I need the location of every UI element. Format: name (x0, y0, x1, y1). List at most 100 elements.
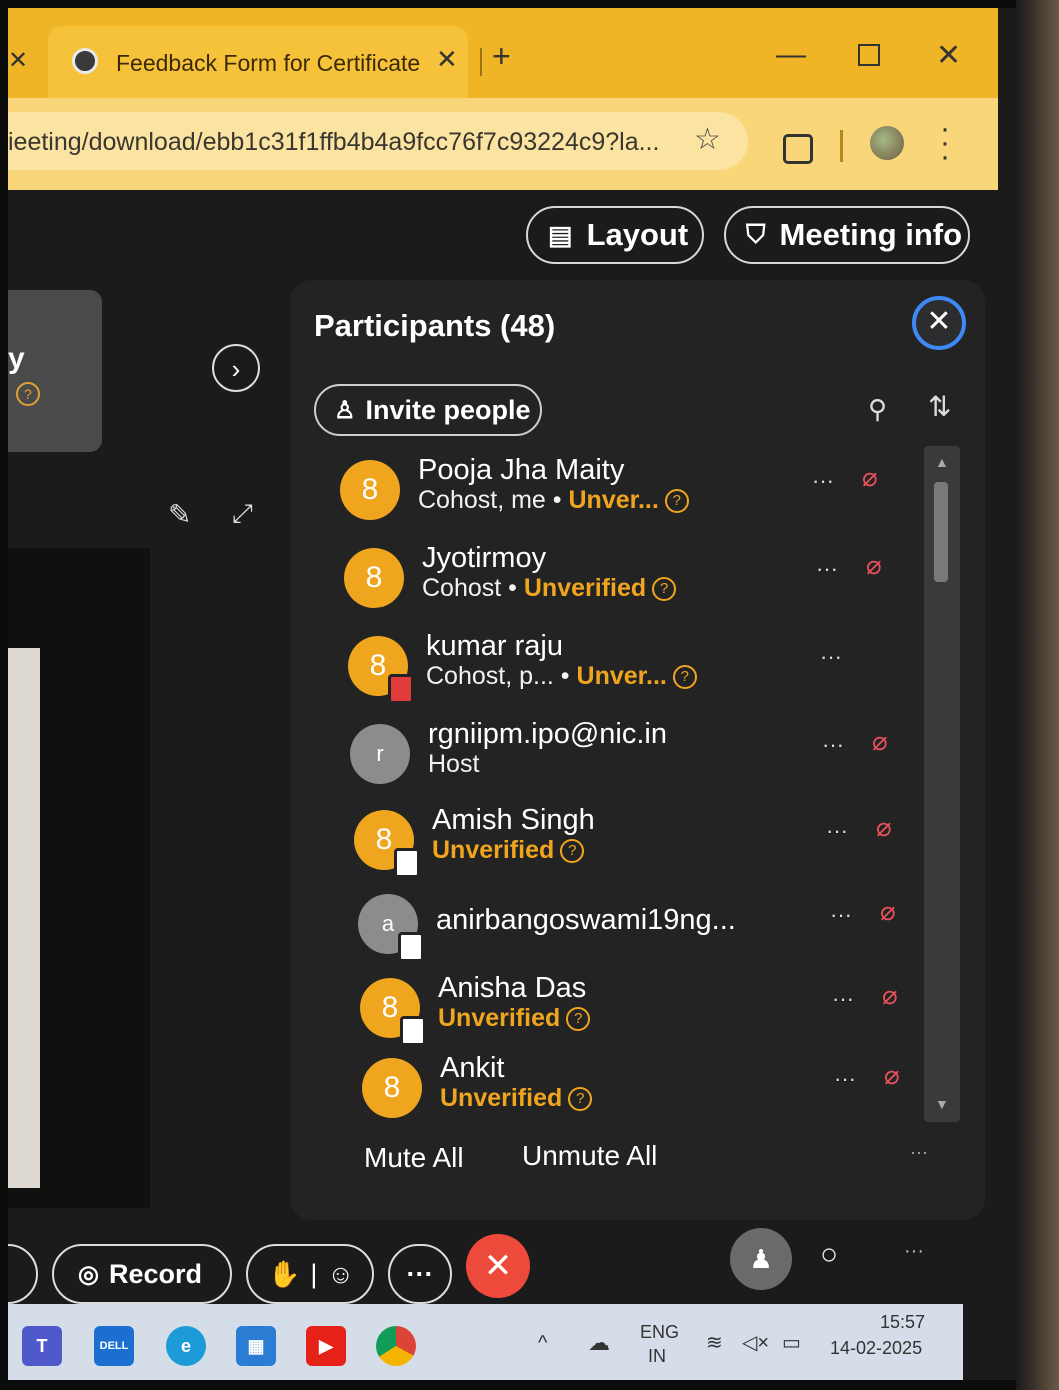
participant-row[interactable]: 8 kumar raju Cohost, p... • Unver...? ··· (348, 630, 908, 716)
invite-label: Invite people (365, 394, 531, 425)
help-icon[interactable]: ? (652, 577, 677, 602)
browser-tab-active[interactable]: Feedback Form for Certificate ✕ (48, 26, 468, 98)
verification-status: Unverified (523, 574, 647, 602)
new-tab-icon[interactable]: + (492, 38, 511, 75)
onedrive-icon[interactable]: ☁ (588, 1330, 610, 1356)
participant-role: Cohost (422, 574, 502, 602)
search-icon[interactable]: ⚲ (868, 394, 887, 425)
store-icon[interactable]: ▦ (236, 1326, 276, 1366)
scroll-up-icon[interactable]: ▲ (935, 454, 949, 470)
help-icon[interactable]: ? (560, 839, 585, 864)
address-bar[interactable]: ieeting/download/ebb1c31f1ffb4b4a9fcc76f… (8, 112, 748, 170)
avatar-initial: 8 (381, 991, 399, 1024)
scrollbar-thumb[interactable] (934, 482, 948, 582)
participant-row[interactable]: 8 Jyotirmoy Cohost • Unverified? ··· ⌀ (344, 542, 904, 628)
mic-muted-icon[interactable]: ⌀ (862, 462, 878, 493)
teams-icon[interactable]: T (22, 1326, 62, 1366)
participant-row[interactable]: 8 Anisha Das Unverified? ··· ⌀ (360, 972, 920, 1058)
verification-status: Unver... (568, 486, 659, 514)
reactions-group[interactable]: ✋ | ☺ (246, 1244, 374, 1304)
mute-all-button[interactable]: Mute All (364, 1142, 464, 1174)
next-page-button[interactable]: › (212, 344, 260, 392)
participant-row[interactable]: r rgniipm.ipo@nic.in Host ··· ⌀ (350, 718, 910, 804)
layout-label: Layout (586, 217, 689, 252)
unmute-all-button[interactable]: Unmute All (522, 1140, 657, 1172)
chat-icon[interactable]: ○ (820, 1238, 838, 1272)
participant-row[interactable]: 8 Ankit Unverified? ··· ⌀ (362, 1052, 922, 1138)
control-button-partial[interactable] (8, 1244, 38, 1304)
annotate-icon[interactable]: ✎ (168, 498, 191, 531)
restore-icon[interactable] (858, 44, 880, 66)
prev-tab-close-icon[interactable]: ✕ (8, 46, 28, 75)
participant-more-icon[interactable]: ··· (812, 468, 834, 494)
video-tile[interactable]: y ? (8, 290, 102, 452)
tray-chevron-icon[interactable]: ^ (538, 1332, 547, 1355)
minimize-icon[interactable]: — (776, 38, 806, 72)
scrollbar[interactable]: ▲ ▼ (924, 446, 960, 1122)
clock-date[interactable]: 14-02-2025 (830, 1338, 922, 1359)
participant-row[interactable]: 8 Amish Singh Unverified? ··· ⌀ (354, 804, 914, 890)
dell-icon[interactable]: DELL (94, 1326, 134, 1366)
mic-muted-icon[interactable]: ⌀ (882, 980, 898, 1011)
screen: ✕ Feedback Form for Certificate ✕ + — ✕ … (8, 8, 1016, 1380)
chrome-icon[interactable] (376, 1326, 416, 1366)
participant-more-icon[interactable]: ··· (820, 644, 842, 670)
more-icon[interactable]: ··· (904, 1240, 924, 1263)
mic-muted-icon[interactable]: ⌀ (866, 550, 882, 581)
more-options-icon: ··· (406, 1258, 434, 1289)
participant-name: anirbangoswami19ng... (436, 904, 736, 936)
mic-muted-icon[interactable]: ⌀ (872, 726, 888, 757)
panel-more-icon[interactable]: ··· (910, 1142, 928, 1163)
more-options-button[interactable]: ··· (388, 1244, 452, 1304)
lang-bottom[interactable]: IN (648, 1346, 666, 1367)
help-icon[interactable]: ? (568, 1087, 593, 1112)
browser-menu-icon[interactable]: · · · (940, 114, 950, 172)
window-close-icon[interactable]: ✕ (936, 38, 961, 73)
participant-more-icon[interactable]: ··· (830, 902, 852, 928)
participant-more-icon[interactable]: ··· (826, 818, 848, 844)
layout-button[interactable]: ▤ Layout (526, 206, 704, 264)
close-panel-button[interactable]: ✕ (912, 296, 966, 350)
bookmark-star-icon[interactable]: ☆ (694, 122, 721, 157)
invite-people-button[interactable]: ♙ Invite people (314, 384, 542, 436)
subtitle-separator: • (545, 486, 569, 514)
help-icon[interactable]: ? (566, 1007, 591, 1032)
record-button[interactable]: ◎ Record (52, 1244, 232, 1304)
device-badge-icon (398, 932, 424, 962)
participant-more-icon[interactable]: ··· (822, 732, 844, 758)
end-call-button[interactable]: ✕ (466, 1234, 530, 1298)
participant-more-icon[interactable]: ··· (834, 1066, 856, 1092)
help-icon[interactable]: ? (664, 489, 689, 514)
volume-muted-icon[interactable]: ◁× (742, 1330, 769, 1355)
scroll-down-icon[interactable]: ▼ (935, 1096, 949, 1112)
tab-close-icon[interactable]: ✕ (436, 44, 458, 75)
profile-avatar[interactable] (870, 126, 904, 160)
wifi-icon[interactable]: ≋ (706, 1330, 723, 1355)
participants-toggle-button[interactable]: ♟ (730, 1228, 792, 1290)
edge-icon[interactable]: e (166, 1326, 206, 1366)
participant-name: Anisha Das (438, 972, 587, 1004)
tab-separator (480, 48, 482, 76)
raise-hand-icon[interactable]: ✋ (268, 1259, 300, 1290)
browser-tab-bar: ✕ Feedback Form for Certificate ✕ + — ✕ (8, 8, 998, 98)
help-icon[interactable]: ? (672, 665, 697, 690)
participant-row[interactable]: a anirbangoswami19ng... ··· ⌀ (358, 894, 918, 974)
clock-time[interactable]: 15:57 (880, 1312, 925, 1333)
mic-muted-icon[interactable]: ⌀ (884, 1060, 900, 1091)
reaction-add-icon[interactable]: ☺ (327, 1259, 354, 1290)
participant-more-icon[interactable]: ··· (832, 986, 854, 1012)
toolbar-separator (840, 130, 843, 162)
youtube-icon[interactable]: ▶ (306, 1326, 346, 1366)
mic-muted-icon[interactable]: ⌀ (876, 812, 892, 843)
sort-icon[interactable]: ⇅ (928, 390, 951, 423)
participant-row[interactable]: 8 Pooja Jha Maity Cohost, me • Unver...? ··… (340, 454, 900, 540)
participant-subtitle: Host (428, 750, 479, 779)
mic-muted-icon[interactable]: ⌀ (880, 896, 896, 927)
battery-icon[interactable]: ▭ (782, 1330, 801, 1355)
lang-top[interactable]: ENG (640, 1322, 679, 1343)
meeting-info-button[interactable]: ⛉ Meeting info (724, 206, 970, 264)
extensions-icon[interactable] (783, 134, 813, 164)
expand-icon[interactable]: ⤢ (232, 498, 253, 530)
participant-more-icon[interactable]: ··· (816, 556, 838, 582)
tab-favicon-icon (72, 48, 98, 74)
